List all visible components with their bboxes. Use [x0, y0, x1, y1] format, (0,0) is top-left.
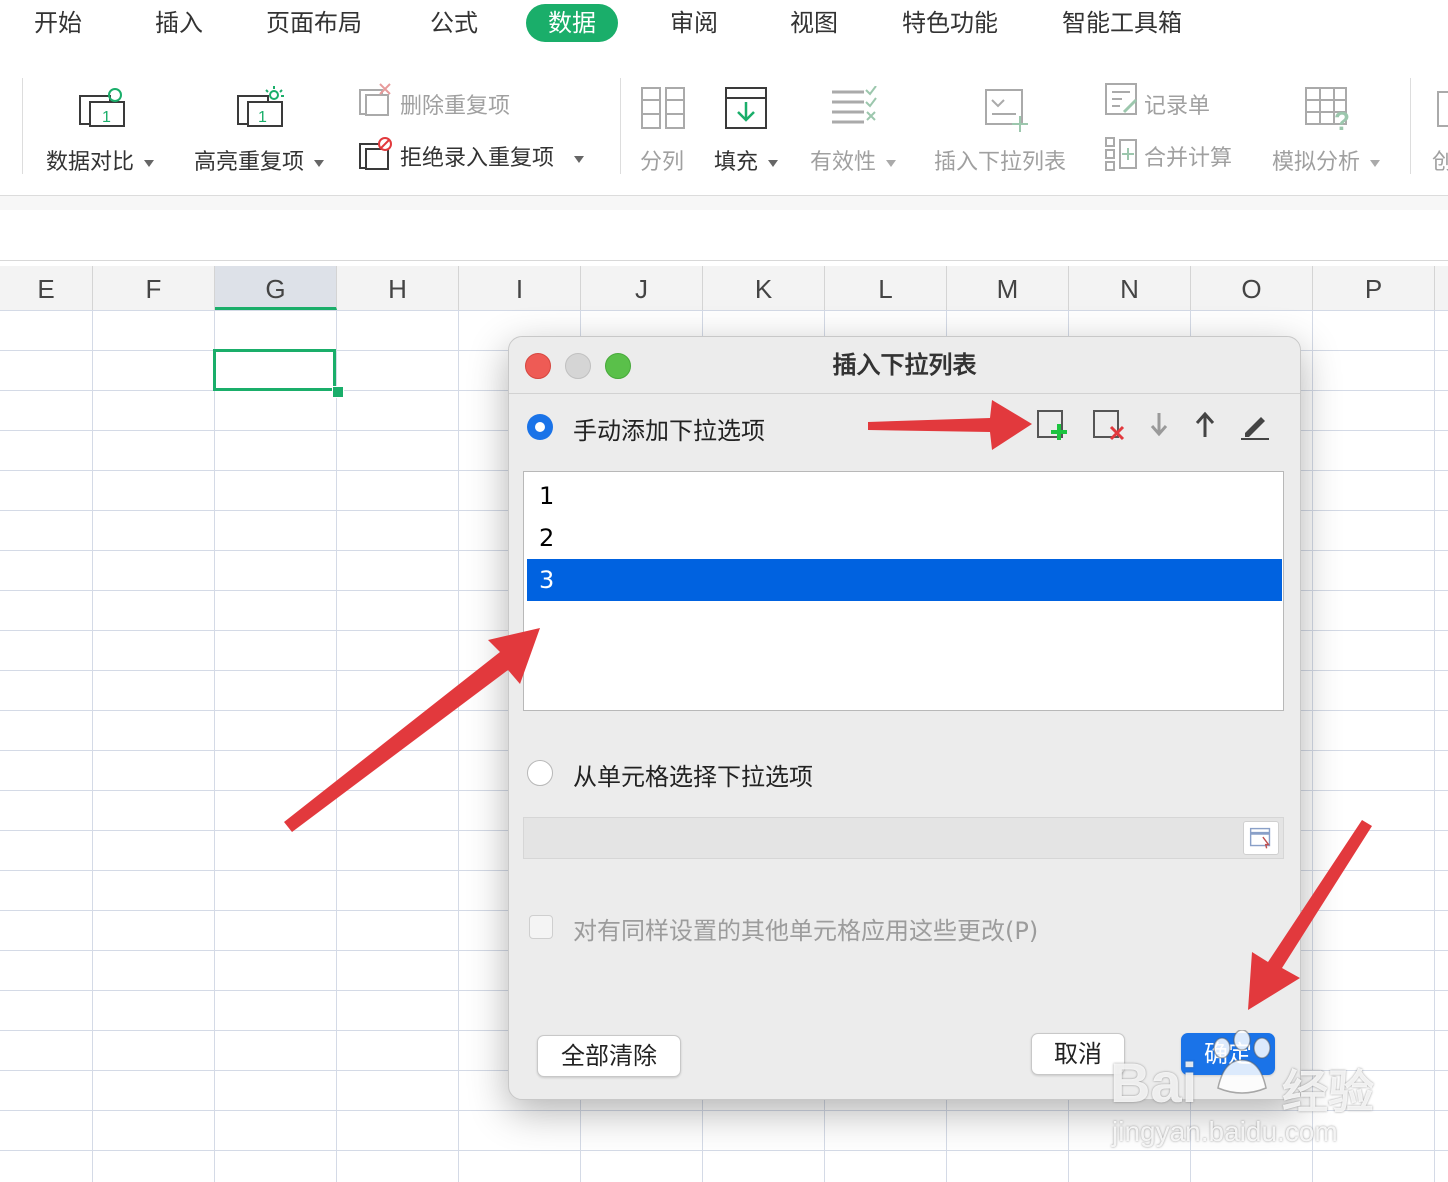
reject-duplicates-label: 拒绝录入重复项	[400, 146, 555, 171]
ribbon-separator	[22, 78, 23, 174]
validity-icon	[832, 86, 877, 124]
tab-view[interactable]: 视图	[790, 4, 838, 42]
watermark-brand-suffix: 经验	[1282, 1066, 1374, 1118]
list-item[interactable]: 2	[527, 517, 1282, 559]
grid-line	[214, 310, 215, 1182]
merge-calculation-button[interactable]: 合并计算	[1144, 140, 1232, 172]
column-header[interactable]: F	[93, 266, 215, 310]
what-if-analysis-icon: ?	[1305, 87, 1350, 132]
column-header[interactable]: L	[825, 266, 947, 310]
formula-bar[interactable]	[0, 210, 1448, 261]
ribbon-separator	[620, 78, 621, 174]
reject-duplicates-button[interactable]: 拒绝录入重复项	[400, 140, 585, 172]
tab-formulas[interactable]: 公式	[430, 4, 478, 42]
insert-dropdown-dialog: 插入下拉列表 手动添加下拉选项 1 2 3 从单元格选择下拉选项 对有同样设置的…	[508, 336, 1301, 1100]
list-item-selected[interactable]: 3	[527, 559, 1282, 601]
cell-option-label[interactable]: 从单元格选择下拉选项	[573, 757, 813, 792]
split-columns-button[interactable]: 分列	[640, 144, 684, 176]
insert-dropdown-list-button[interactable]: 插入下拉列表	[934, 144, 1066, 176]
column-header[interactable]: M	[947, 266, 1069, 310]
reject-duplicates-icon	[359, 137, 392, 170]
column-header-selected[interactable]: G	[215, 266, 337, 310]
dialog-titlebar: 插入下拉列表	[509, 337, 1300, 394]
split-columns-icon	[641, 87, 685, 129]
apply-all-label[interactable]: 对有同样设置的其他单元格应用这些更改(P)	[573, 911, 1038, 946]
edit-item-icon[interactable]	[1237, 407, 1273, 443]
ribbon-bottom-band	[0, 195, 1448, 211]
svg-text:1: 1	[102, 109, 111, 126]
tab-data[interactable]: 数据	[526, 4, 618, 42]
move-up-icon[interactable]	[1187, 407, 1223, 443]
grid-line	[336, 310, 337, 1182]
chevron-down-icon	[1370, 159, 1381, 167]
record-sheet-icon	[1105, 83, 1138, 115]
validity-button[interactable]: 有效性	[810, 144, 897, 176]
manual-option-label[interactable]: 手动添加下拉选项	[573, 411, 765, 446]
column-header[interactable]: H	[337, 266, 459, 310]
column-header[interactable]: J	[581, 266, 703, 310]
column-header-row: E F G H I J K L M N O P	[0, 266, 1448, 311]
range-picker-icon[interactable]	[1243, 821, 1279, 855]
create-button[interactable]: 创	[1432, 144, 1448, 176]
menu-bar: 开始 插入 页面布局 公式 数据 审阅 视图 特色功能 智能工具箱	[0, 0, 1448, 52]
highlight-duplicates-icon: 1	[237, 86, 284, 127]
grid-line	[1312, 310, 1313, 1182]
dialog-title: 插入下拉列表	[832, 351, 977, 379]
tab-smart-toolbox[interactable]: 智能工具箱	[1062, 4, 1182, 42]
chevron-down-icon	[768, 159, 779, 167]
add-item-icon[interactable]	[1035, 407, 1071, 443]
highlight-duplicates-button[interactable]: 高亮重复项	[194, 144, 325, 176]
column-header[interactable]: K	[703, 266, 825, 310]
create-icon	[1437, 91, 1448, 127]
paw-logo-icon	[1213, 1030, 1271, 1094]
cell-option-radio[interactable]	[527, 760, 553, 786]
move-down-icon[interactable]	[1141, 407, 1177, 443]
chevron-down-icon	[144, 159, 155, 167]
watermark-brand: Bai	[1110, 1051, 1198, 1114]
data-compare-label: 数据对比	[46, 150, 135, 175]
delete-item-icon[interactable]	[1091, 407, 1127, 443]
manual-option-radio[interactable]	[527, 414, 553, 440]
column-header[interactable]: N	[1069, 266, 1191, 310]
svg-text:1: 1	[258, 109, 267, 126]
fill-label: 填充	[714, 150, 759, 175]
list-item[interactable]: 1	[527, 475, 1282, 517]
column-header[interactable]: O	[1191, 266, 1313, 310]
clear-all-button[interactable]: 全部清除	[537, 1035, 681, 1077]
column-header[interactable]: I	[459, 266, 581, 310]
fill-icon	[725, 87, 767, 129]
what-if-analysis-label: 模拟分析	[1272, 150, 1361, 175]
fill-button[interactable]: 填充	[714, 144, 779, 176]
selected-cell[interactable]	[213, 349, 336, 391]
what-if-analysis-button[interactable]: 模拟分析	[1272, 144, 1381, 176]
chevron-down-icon	[886, 159, 897, 167]
grid-line	[1434, 310, 1435, 1182]
apply-all-checkbox[interactable]	[529, 915, 553, 939]
merge-calculation-icon	[1105, 137, 1137, 171]
tab-insert[interactable]: 插入	[155, 4, 203, 42]
tab-features[interactable]: 特色功能	[902, 4, 998, 42]
tab-review[interactable]: 审阅	[670, 4, 718, 42]
data-compare-icon: 1	[79, 88, 125, 127]
chevron-down-icon	[574, 155, 585, 163]
grid-line	[458, 310, 459, 1182]
watermark-url: jingyan.baidu.com	[1112, 1116, 1338, 1147]
insert-dropdown-list-icon	[985, 89, 1028, 132]
tab-home[interactable]: 开始	[34, 4, 82, 42]
column-header[interactable]: P	[1313, 266, 1435, 310]
dropdown-items-list[interactable]: 1 2 3	[523, 471, 1284, 711]
column-header[interactable]: E	[0, 266, 93, 310]
delete-duplicates-button[interactable]: 删除重复项	[400, 88, 510, 120]
tab-page-layout[interactable]: 页面布局	[266, 4, 362, 42]
record-sheet-button[interactable]: 记录单	[1144, 88, 1210, 120]
delete-duplicates-icon	[359, 83, 391, 116]
ribbon-separator	[1410, 78, 1411, 174]
svg-text:?: ?	[1334, 106, 1350, 132]
chevron-down-icon	[314, 159, 325, 167]
highlight-duplicates-label: 高亮重复项	[194, 150, 305, 175]
fill-handle[interactable]	[332, 386, 344, 398]
data-compare-button[interactable]: 数据对比	[46, 144, 155, 176]
validity-label: 有效性	[810, 150, 877, 175]
cell-range-input[interactable]	[523, 817, 1284, 859]
